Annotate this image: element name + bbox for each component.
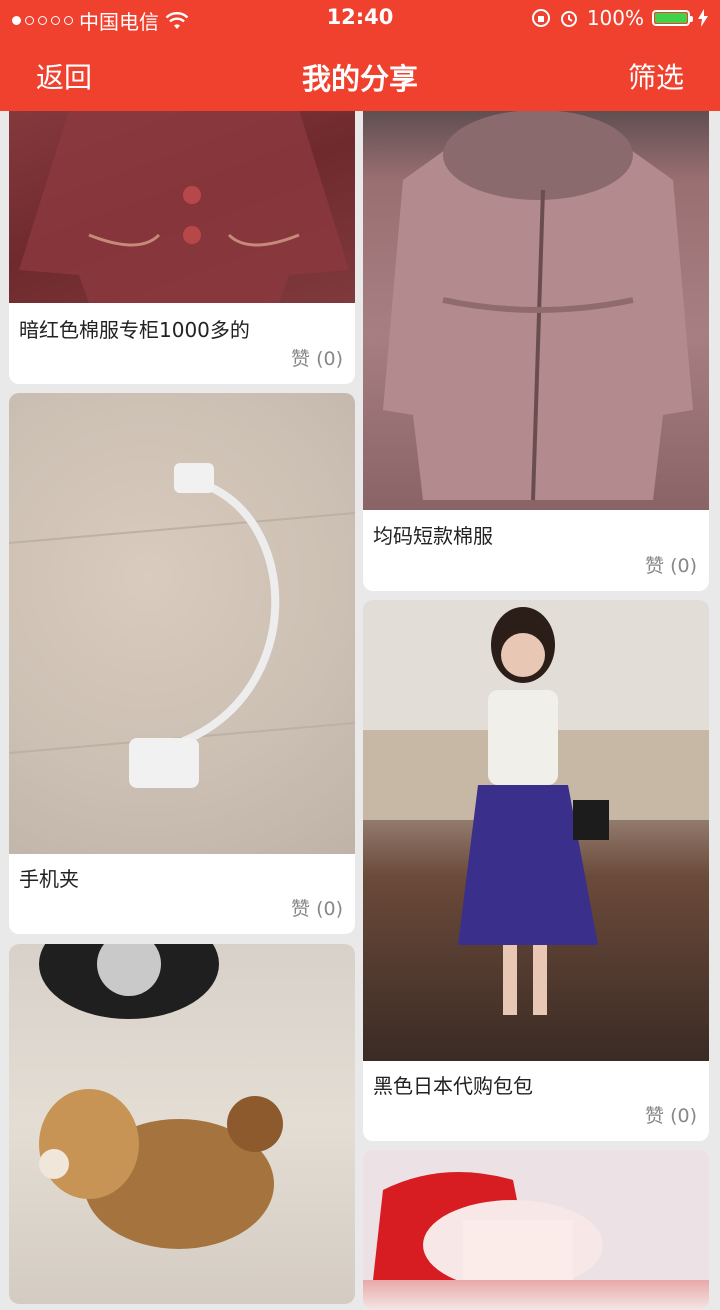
orientation-lock-icon [531, 9, 550, 27]
red-clothing-illustration [363, 1150, 709, 1290]
status-bar: 中国电信 12:40 100% [0, 0, 720, 38]
charging-icon [698, 9, 708, 27]
filter-button[interactable]: 筛选 [628, 56, 684, 96]
nav-bar: 返回 我的分享 筛选 [0, 38, 720, 111]
item-caption: 黑色日本代购包包 [373, 1074, 533, 1098]
top-bar: 中国电信 12:40 100% 返回 我的分享 筛选 [0, 0, 720, 111]
page-title: 我的分享 [301, 62, 418, 96]
item-image [9, 393, 355, 854]
share-card[interactable] [363, 1150, 709, 1310]
share-card[interactable]: 黑色日本代购包包 赞 (0) [363, 600, 709, 1141]
battery-percent: 100% [586, 6, 644, 30]
phone-clip-illustration [9, 463, 355, 788]
like-button[interactable]: 赞 (0) [645, 1101, 697, 1128]
like-button[interactable]: 赞 (0) [291, 344, 343, 371]
toy-illustration [39, 944, 283, 1249]
item-image [363, 70, 709, 510]
item-image [9, 944, 355, 1304]
battery-icon [652, 10, 693, 26]
magazine-photo-illustration [363, 600, 709, 1015]
share-card[interactable] [9, 944, 355, 1304]
item-caption: 手机夹 [19, 867, 79, 891]
item-image [363, 600, 709, 1061]
jacket-illustration [383, 110, 693, 501]
item-caption: 暗红色棉服专柜1000多的 [19, 318, 250, 342]
like-button[interactable]: 赞 (0) [645, 551, 697, 578]
status-right: 100% [531, 6, 708, 30]
item-image [363, 1150, 709, 1310]
share-card[interactable]: 手机夹 赞 (0) [9, 393, 355, 934]
share-card[interactable]: 均码短款棉服 赞 (0) [363, 70, 709, 591]
alarm-icon [560, 11, 577, 27]
item-caption: 均码短款棉服 [373, 524, 493, 548]
like-button[interactable]: 赞 (0) [291, 894, 343, 921]
share-card[interactable]: 暗红色棉服专柜1000多的 赞 (0) [9, 70, 355, 384]
